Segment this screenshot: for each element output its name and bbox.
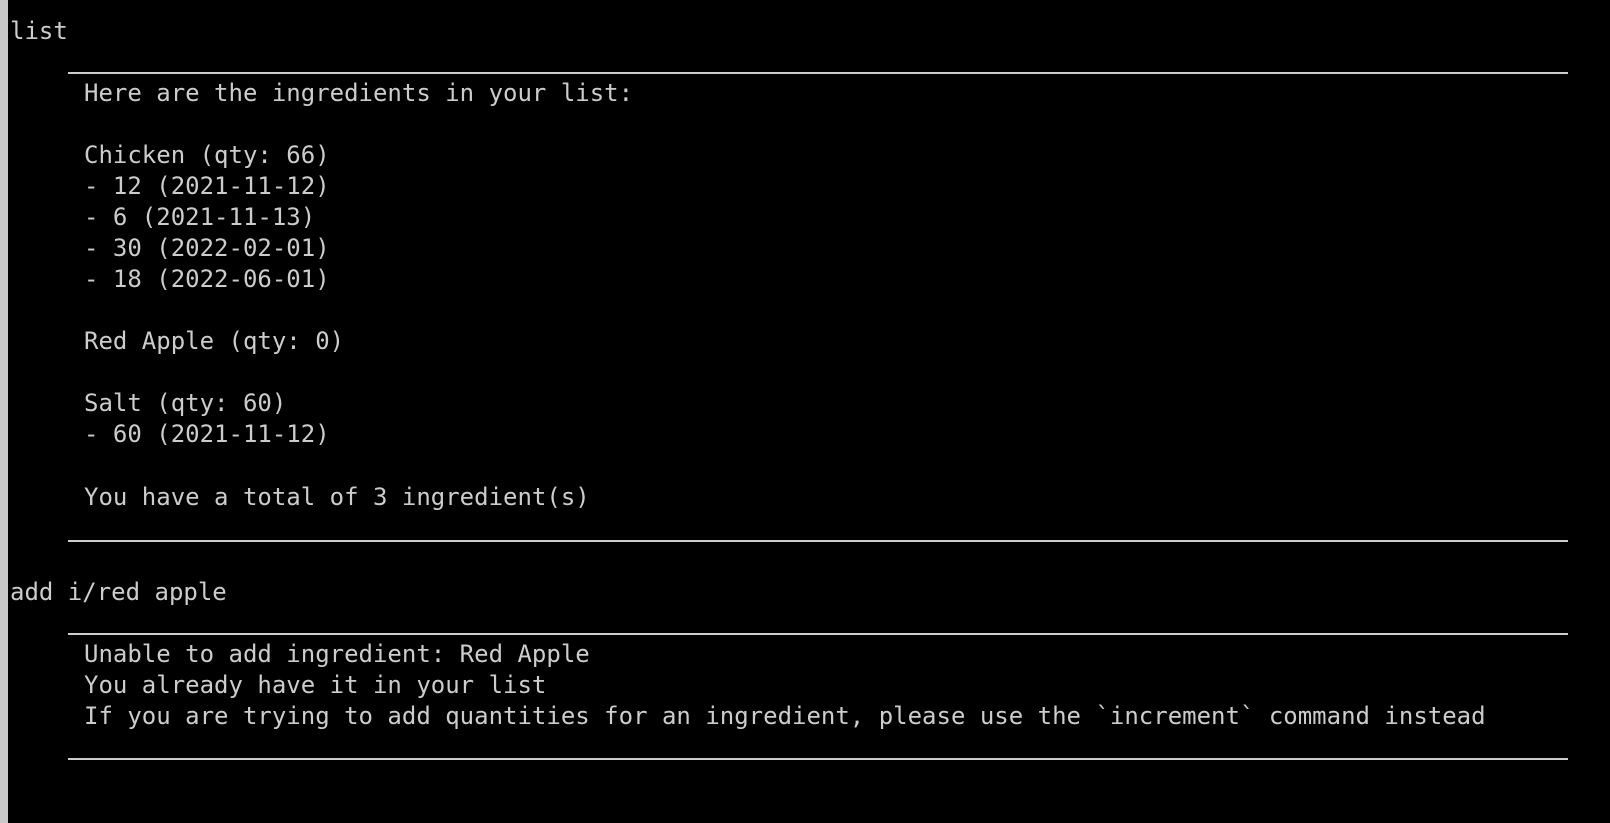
output-line: - 30 (2022-02-01) — [84, 234, 330, 262]
output-line: Chicken (qty: 66) — [84, 141, 330, 169]
output-line: Unable to add ingredient: Red Apple — [84, 640, 590, 668]
divider-line — [68, 72, 1568, 74]
divider-line — [68, 758, 1568, 760]
output-line: If you are trying to add quantities for … — [84, 702, 1486, 730]
output-line: Here are the ingredients in your list: — [84, 79, 634, 107]
output-line: - 12 (2021-11-12) — [84, 172, 330, 200]
terminal-window[interactable]: list Here are the ingredients in your li… — [0, 0, 1610, 823]
output-line: You already have it in your list — [84, 671, 547, 699]
output-line: Salt (qty: 60) — [84, 389, 287, 417]
command-line: list — [10, 17, 68, 45]
divider-line — [68, 540, 1568, 542]
window-left-border — [0, 0, 8, 823]
output-line: Red Apple (qty: 0) — [84, 327, 345, 355]
output-line: - 6 (2021-11-13) — [84, 203, 316, 231]
output-line: - 60 (2021-11-12) — [84, 420, 330, 448]
output-line: - 18 (2022-06-01) — [84, 265, 330, 293]
command-line: add i/red apple — [10, 578, 227, 606]
divider-line — [68, 633, 1568, 635]
output-line: You have a total of 3 ingredient(s) — [84, 483, 590, 511]
